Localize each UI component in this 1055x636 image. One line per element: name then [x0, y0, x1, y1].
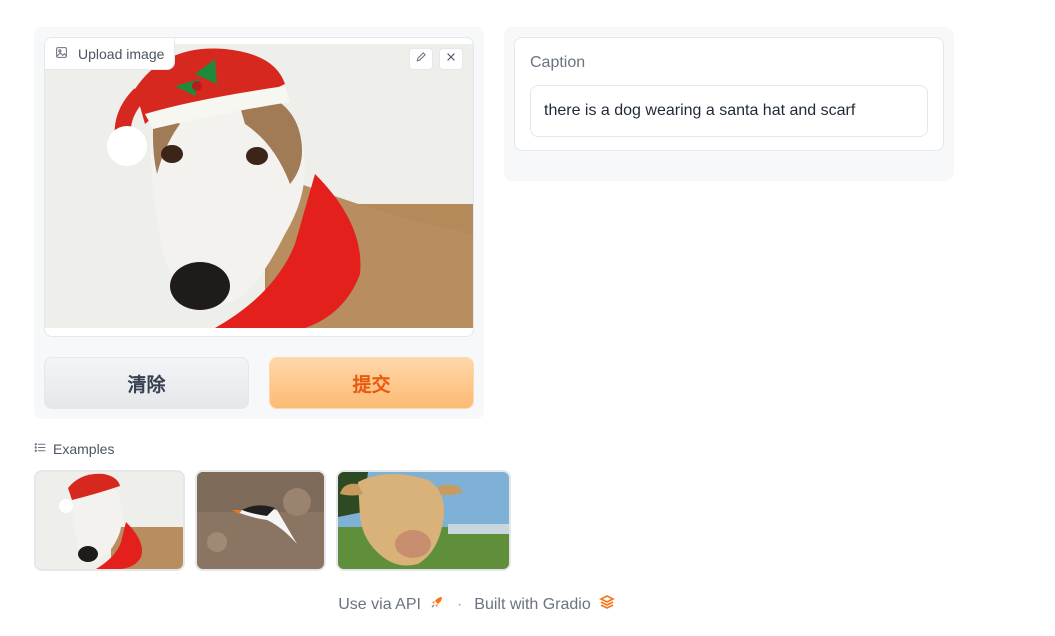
image-toolbar: [409, 48, 463, 70]
image-icon: [55, 46, 68, 62]
examples-title: Examples: [53, 441, 115, 457]
uploaded-dog-image: [45, 44, 473, 328]
examples-header: Examples: [34, 441, 114, 457]
image-upload-area[interactable]: Upload image: [44, 37, 474, 337]
footer-separator: ·: [456, 595, 463, 613]
output-panel: Caption there is a dog wearing a santa h…: [504, 27, 954, 181]
edit-image-button[interactable]: [409, 48, 433, 70]
use-via-api-link[interactable]: Use via API: [338, 596, 421, 614]
pencil-icon: [415, 50, 427, 68]
footer: Use via API · Built with Gradio: [0, 594, 1055, 615]
rocket-icon: [429, 594, 445, 615]
upload-image-text: Upload image: [78, 45, 165, 62]
examples-gallery: [34, 470, 511, 571]
example-cow-thumbnail[interactable]: [336, 470, 511, 571]
clear-button[interactable]: 清除: [44, 357, 249, 409]
caption-text: there is a dog wearing a santa hat and s…: [544, 102, 856, 119]
input-panel: Upload image 清除 提交: [34, 27, 484, 419]
upload-image-label: Upload image: [45, 38, 176, 70]
example-bird-thumbnail[interactable]: [195, 470, 326, 571]
example-dog-thumbnail[interactable]: [34, 470, 185, 571]
close-icon: [445, 50, 457, 68]
caption-label: Caption: [530, 54, 586, 71]
remove-image-button[interactable]: [439, 48, 463, 70]
submit-button[interactable]: 提交: [269, 357, 474, 409]
caption-output-field[interactable]: there is a dog wearing a santa hat and s…: [530, 85, 928, 137]
caption-component: Caption there is a dog wearing a santa h…: [514, 37, 944, 151]
built-with-gradio-link[interactable]: Built with Gradio: [474, 596, 591, 614]
list-icon: [34, 441, 47, 457]
gradio-logo-icon: [598, 594, 615, 615]
